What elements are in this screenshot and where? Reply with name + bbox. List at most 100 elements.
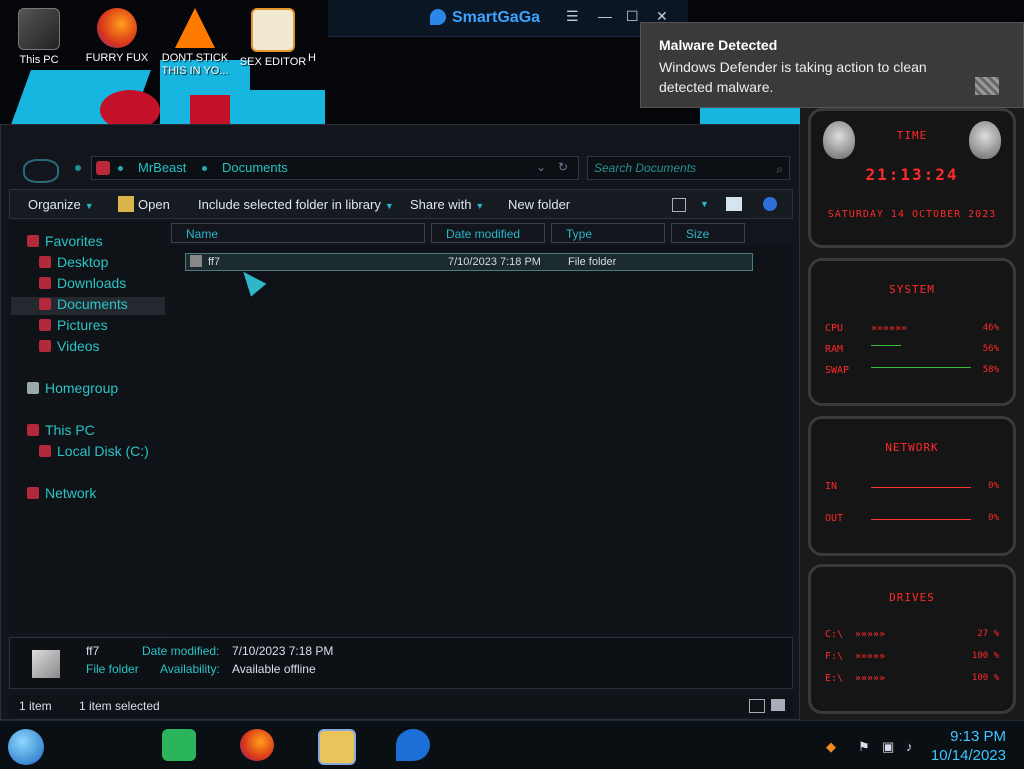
back-forward-icon[interactable] <box>23 159 59 183</box>
menu-icon[interactable]: ☰ <box>566 8 579 25</box>
nav-downloads[interactable]: Downloads <box>39 275 126 291</box>
drive-e-label: E:\ <box>825 673 844 684</box>
share-label: Share with <box>410 197 472 212</box>
hex-editor-icon <box>251 8 295 52</box>
network-in-graph <box>871 475 971 488</box>
include-in-library-button[interactable]: Include selected folder in library ▼ <box>198 197 394 212</box>
drive-e-bar: »»»»» <box>855 673 886 684</box>
nav-favorites[interactable]: Favorites <box>27 233 103 249</box>
desktop-icon-partial[interactable]: H <box>292 8 332 65</box>
nav-local-disk[interactable]: Local Disk (C:) <box>39 443 149 459</box>
search-placeholder: Search Documents <box>594 161 697 175</box>
drive-c-value: 27 % <box>977 629 999 639</box>
cpu-label: CPU <box>825 323 844 334</box>
system-gadget: SYSTEM CPU »»»»»» 46% RAM 56% SWAP 58% <box>808 258 1016 406</box>
column-header-size[interactable]: Size <box>671 223 745 243</box>
address-bar[interactable]: MrBeast Documents ⌄ ↻ <box>91 156 579 180</box>
nav-local-disk-label: Local Disk (C:) <box>57 443 149 459</box>
organize-button[interactable]: Organize ▼ <box>28 197 94 212</box>
maximize-icon[interactable]: ☐ <box>626 8 639 25</box>
desktop-icon-vlc[interactable]: DONT STICK THIS IN YO... <box>158 8 232 78</box>
status-bar: 1 item 1 item selected <box>9 695 793 717</box>
volume-icon[interactable]: ♪ <box>906 739 913 754</box>
nav-pictures[interactable]: Pictures <box>39 317 108 333</box>
firefox-icon <box>97 8 137 48</box>
notification-body: Windows Defender is taking action to cle… <box>659 59 927 95</box>
breadcrumb-documents[interactable]: Documents <box>222 160 288 175</box>
refresh-icon[interactable]: ↻ <box>558 160 568 174</box>
ram-graph <box>871 333 901 346</box>
open-folder-icon <box>118 196 134 212</box>
nav-documents[interactable]: Documents <box>39 296 128 312</box>
nav-homegroup[interactable]: Homegroup <box>27 380 118 396</box>
new-folder-button[interactable]: New folder <box>508 197 570 212</box>
search-input[interactable]: Search Documents ⌕ <box>587 156 790 180</box>
column-header-date[interactable]: Date modified <box>431 223 545 243</box>
nav-this-pc-label: This PC <box>45 422 95 438</box>
details-view-icon[interactable] <box>749 699 765 713</box>
network-tray-icon[interactable]: ▣ <box>882 739 894 755</box>
nav-favorites-label: Favorites <box>45 233 103 249</box>
file-date: 7/10/2023 7:18 PM <box>448 256 541 268</box>
start-orb-icon[interactable] <box>8 729 44 765</box>
column-header-type[interactable]: Type <box>551 223 665 243</box>
desktop-icon-furry-fux[interactable]: FURRY FUX <box>80 8 154 65</box>
desktop-icon <box>39 256 51 268</box>
network-heading: NETWORK <box>885 441 939 454</box>
chevron-down-icon: ▼ <box>475 201 485 211</box>
nav-this-pc[interactable]: This PC <box>27 422 95 438</box>
details-date-value: 7/10/2023 7:18 PM <box>232 644 334 658</box>
breadcrumb-mrbeast[interactable]: MrBeast <box>138 160 186 175</box>
malware-notification[interactable]: Malware Detected Windows Defender is tak… <box>640 22 1024 108</box>
desktop-icon-label: DONT STICK THIS IN YO... <box>161 52 229 77</box>
smartgaga-title: SmartGaGa <box>452 9 541 26</box>
open-button[interactable]: Open <box>138 197 170 212</box>
firefox-icon[interactable] <box>240 729 274 761</box>
nav-desktop-label: Desktop <box>57 254 109 270</box>
documents-icon <box>39 298 51 310</box>
smartgaga-window[interactable]: SmartGaGa ☰ — ☐ ✕ <box>328 0 688 37</box>
desktop-icon-this-pc[interactable]: This PC <box>2 8 76 67</box>
breadcrumb-separator-icon[interactable] <box>202 166 207 171</box>
cpu-value: 46% <box>982 323 999 333</box>
large-icons-view-icon[interactable] <box>771 699 785 711</box>
nav-videos[interactable]: Videos <box>39 338 100 354</box>
homegroup-icon <box>27 382 39 394</box>
file-list: ff7 7/10/2023 7:18 PM File folder <box>169 245 793 633</box>
time-clock: 21:13:24 <box>865 165 959 184</box>
drive-e-value: 100 % <box>971 673 999 683</box>
details-availability-label: Availability: <box>160 662 220 676</box>
tray-app-icon[interactable]: ◆ <box>826 739 836 755</box>
view-dropdown-icon[interactable]: ▼ <box>696 195 709 210</box>
help-icon[interactable] <box>763 197 777 211</box>
table-row[interactable]: ff7 7/10/2023 7:18 PM File folder <box>185 253 753 271</box>
preview-pane-icon[interactable] <box>726 197 742 211</box>
file-explorer-window: MrBeast Documents ⌄ ↻ Search Documents ⌕… <box>0 124 800 720</box>
chevron-down-icon: ▼ <box>384 201 394 211</box>
tray-clock[interactable]: 9:13 PM 10/14/2023 <box>931 727 1006 765</box>
address-dropdown-icon[interactable]: ⌄ <box>536 160 546 174</box>
notification-title: Malware Detected <box>659 37 778 53</box>
column-header-name[interactable]: Name <box>171 223 425 243</box>
nav-network-label: Network <box>45 485 97 501</box>
nav-network[interactable]: Network <box>27 485 96 501</box>
videos-icon <box>39 340 51 352</box>
flag-icon[interactable]: ⚑ <box>858 739 870 755</box>
breadcrumb-separator-icon[interactable] <box>118 166 123 171</box>
smartgaga-icon[interactable] <box>396 729 430 761</box>
minimize-icon[interactable]: — <box>598 8 612 24</box>
drives-heading: DRIVES <box>889 591 935 604</box>
recent-locations-icon[interactable] <box>75 165 81 171</box>
share-with-button[interactable]: Share with ▼ <box>410 197 484 212</box>
chevron-down-icon: ▼ <box>84 201 94 211</box>
ram-label: RAM <box>825 344 844 355</box>
file-explorer-icon[interactable] <box>318 729 356 765</box>
network-out-label: OUT <box>825 513 844 524</box>
view-options-icon[interactable] <box>672 198 686 212</box>
folder-location-icon <box>96 161 110 175</box>
command-bar: Organize ▼ Open Include selected folder i… <box>9 189 793 219</box>
notes-app-icon[interactable] <box>162 729 196 761</box>
nav-desktop[interactable]: Desktop <box>39 254 108 270</box>
search-icon[interactable]: ⌕ <box>776 162 783 177</box>
swap-label: SWAP <box>825 365 850 376</box>
